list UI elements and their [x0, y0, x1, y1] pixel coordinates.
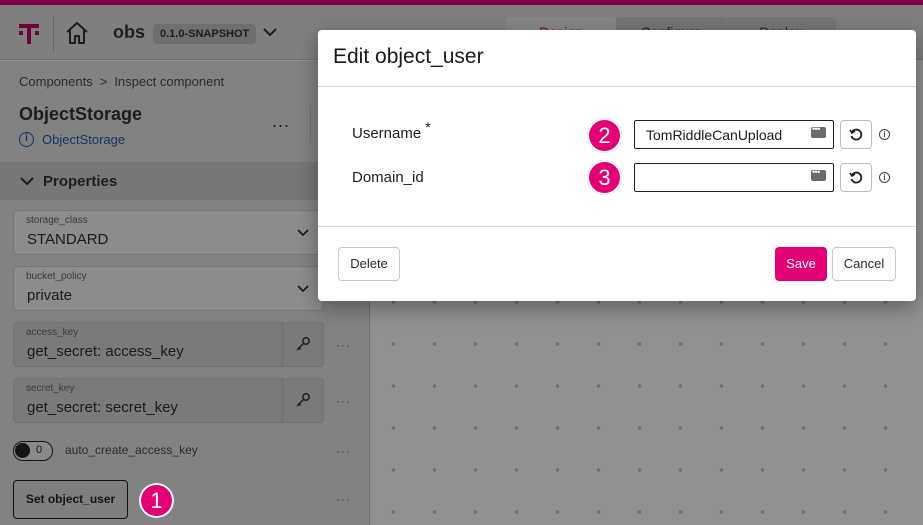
username-input[interactable]: [634, 120, 834, 149]
row-menu-access-key[interactable]: ···: [336, 338, 351, 352]
toggle-knob: [15, 443, 30, 458]
reset-icon: [849, 128, 863, 141]
chevron-down-icon: [297, 229, 309, 237]
edit-object-user-dialog: Edit object_user Username* i Domain_id i…: [318, 30, 916, 301]
breadcrumb: Components > Inspect component: [19, 74, 224, 89]
field-value: get_secret: secret_key: [27, 399, 178, 416]
component-title: ObjectStorage: [19, 104, 143, 124]
info-circle-icon: i: [19, 132, 34, 147]
auto-create-access-key-toggle[interactable]: 0: [13, 441, 53, 461]
app-name: obs: [113, 22, 146, 42]
row-menu-toggle[interactable]: ···: [336, 444, 351, 458]
home-icon[interactable]: [64, 20, 90, 46]
required-marker: *: [425, 119, 431, 135]
more-options-button[interactable]: ...: [272, 111, 290, 132]
properties-label: Properties: [43, 172, 118, 190]
row-menu-object-user[interactable]: ···: [336, 492, 351, 506]
username-info-icon[interactable]: i: [879, 129, 890, 140]
toggle-label: auto_create_access_key: [65, 443, 198, 457]
dialog-title: Edit object_user: [333, 45, 484, 68]
chevron-down-icon: [20, 177, 34, 186]
username-reset-button[interactable]: [840, 120, 872, 149]
password-manager-icon[interactable]: [811, 124, 826, 138]
delete-button[interactable]: Delete: [338, 247, 400, 281]
component-type-link[interactable]: i ObjectStorage: [19, 132, 125, 147]
set-object-user-button[interactable]: Set object_user: [13, 480, 128, 519]
version-badge: 0.1.0-SNAPSHOT: [153, 24, 257, 44]
username-label: Username *: [352, 119, 431, 142]
field-value: private: [27, 287, 73, 304]
breadcrumb-inspect-component: Inspect component: [114, 74, 225, 89]
password-manager-icon[interactable]: [811, 167, 826, 181]
secret-key-button[interactable]: [282, 379, 323, 422]
breadcrumb-components[interactable]: Components: [19, 74, 93, 89]
bucket-policy-select[interactable]: bucket_policy private: [13, 266, 324, 311]
access-key-field[interactable]: access_key get_secret: access_key: [13, 322, 324, 367]
step-badge-3: 3: [587, 160, 622, 195]
dialog-divider: [318, 86, 916, 87]
design-canvas[interactable]: [371, 301, 923, 525]
domain-id-input[interactable]: [634, 163, 834, 192]
storage-class-select[interactable]: storage_class STANDARD: [13, 210, 324, 255]
breadcrumb-separator: >: [99, 74, 108, 89]
field-label: bucket_policy: [26, 271, 87, 282]
row-menu-secret-key[interactable]: ···: [336, 394, 351, 408]
key-icon: [296, 393, 310, 407]
chevron-down-icon[interactable]: [262, 25, 278, 39]
domain-id-info-icon[interactable]: i: [879, 172, 890, 183]
secret-key-button[interactable]: [282, 323, 323, 366]
chevron-down-icon: [297, 285, 309, 293]
dialog-footer-divider: [318, 226, 916, 227]
username-label-text: Username: [352, 125, 422, 142]
reset-icon: [849, 171, 863, 184]
key-icon: [296, 337, 310, 351]
field-label: secret_key: [26, 383, 75, 394]
properties-section-header[interactable]: Properties: [0, 162, 369, 200]
field-label: access_key: [26, 327, 79, 338]
domain-id-reset-button[interactable]: [840, 163, 872, 192]
telekom-logo-icon[interactable]: [16, 21, 42, 47]
secret-key-field[interactable]: secret_key get_secret: secret_key: [13, 378, 324, 423]
field-value: STANDARD: [27, 231, 109, 248]
field-value: get_secret: access_key: [27, 343, 184, 360]
inspector-panel: Components > Inspect component ObjectStora…: [0, 61, 370, 525]
header-divider: [310, 105, 311, 143]
toggle-value: 0: [36, 444, 43, 456]
component-type-label: ObjectStorage: [42, 132, 126, 147]
cancel-button[interactable]: Cancel: [832, 247, 896, 281]
save-button[interactable]: Save: [775, 247, 827, 281]
topbar-divider: [53, 15, 54, 53]
step-badge-1: 1: [139, 483, 174, 518]
step-badge-2: 2: [587, 118, 622, 153]
field-label: storage_class: [26, 215, 88, 226]
domain-id-label: Domain_id: [352, 169, 424, 186]
